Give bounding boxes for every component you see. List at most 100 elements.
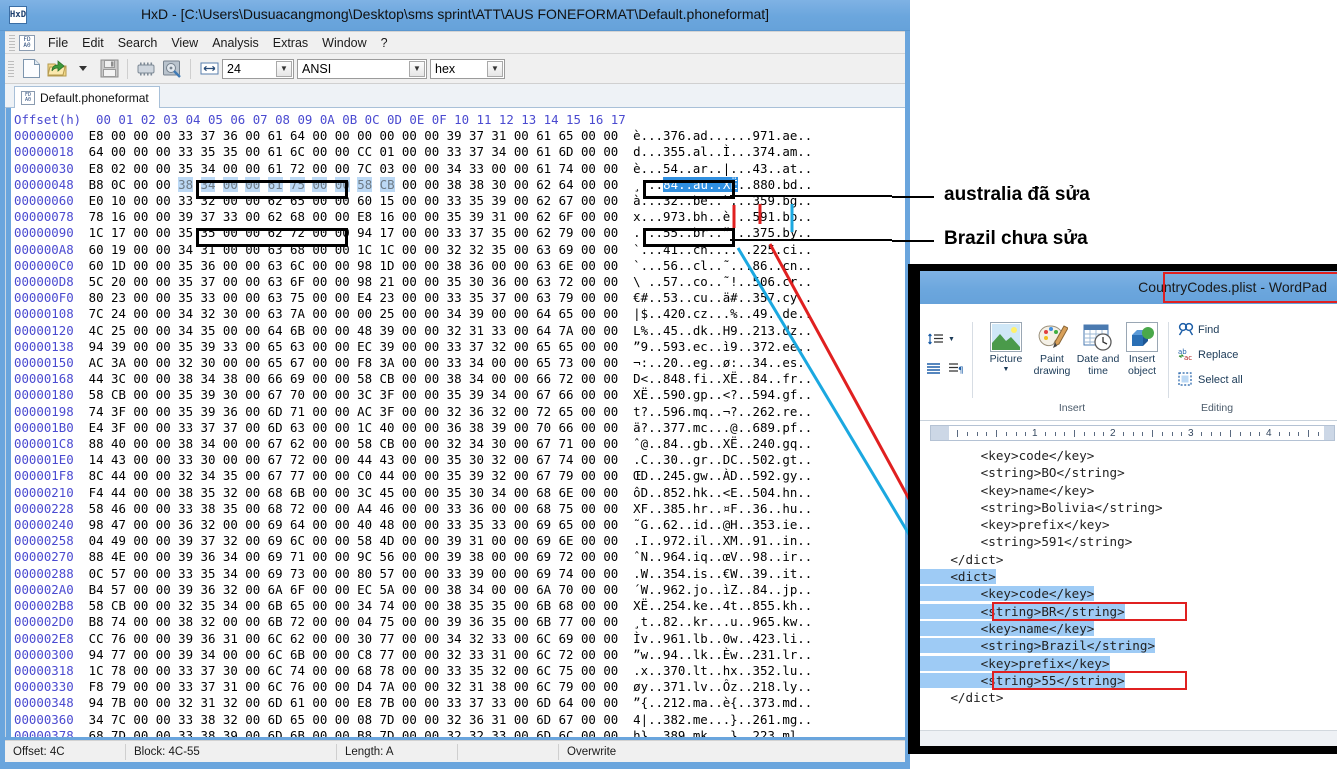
open-ram-button[interactable]	[134, 57, 158, 81]
new-file-button[interactable]	[19, 57, 43, 81]
toolbar-grip[interactable]	[8, 60, 14, 77]
open-disk-button[interactable]	[160, 57, 184, 81]
hex-row[interactable]: 000000A8 60 19 00 00 34 31 00 00 63 68 0…	[14, 242, 905, 258]
menu-item-help[interactable]: ?	[374, 34, 395, 52]
document-line[interactable]: <string>Brazil</string>	[920, 637, 1337, 654]
hex-row[interactable]: 000001B0 E4 3F 00 00 33 37 37 00 6D 63 0…	[14, 420, 905, 436]
line-spacing-chevron-down-icon[interactable]: ▼	[948, 336, 955, 343]
offset-base-chevron-down-icon[interactable]: ▼	[487, 60, 503, 77]
document-line[interactable]: <key>prefix</key>	[920, 655, 1337, 672]
document-line[interactable]: <key>code</key>	[920, 585, 1337, 602]
replace-button[interactable]: ab ac Replace	[1178, 347, 1238, 362]
find-button[interactable]: Find	[1178, 322, 1219, 337]
picture-button[interactable]: Picture ▼	[982, 322, 1030, 373]
document-line[interactable]: <string>BR</string>	[920, 603, 1337, 620]
hex-row[interactable]: 000000D8 5C 20 00 00 35 37 00 00 63 6F 0…	[14, 274, 905, 290]
picture-chevron-down-icon[interactable]: ▼	[982, 366, 1030, 373]
document-line[interactable]: <key>name</key>	[920, 482, 1337, 499]
hex-row[interactable]: 000001C8 88 40 00 00 38 34 00 00 67 62 0…	[14, 436, 905, 452]
hex-row[interactable]: 00000330 F8 79 00 00 33 37 31 00 6C 76 0…	[14, 679, 905, 695]
hxd-window-title: HxD - [C:\Users\Dusuacangmong\Desktop\sm…	[140, 6, 770, 22]
document-line[interactable]: <dict>	[920, 568, 1337, 585]
offset-base-combo[interactable]: hex ▼	[430, 58, 505, 79]
hex-dump[interactable]: Offset(h) 00 01 02 03 04 05 06 07 08 09 …	[14, 112, 905, 737]
wordpad-ruler[interactable]: 1 2 3 4	[920, 421, 1337, 447]
hex-row[interactable]: 000001F8 8C 44 00 00 32 34 35 00 67 77 0…	[14, 468, 905, 484]
hex-row[interactable]: 00000120 4C 25 00 00 34 35 00 00 64 6B 0…	[14, 323, 905, 339]
hex-row[interactable]: 00000138 94 39 00 00 35 39 33 00 65 63 0…	[14, 339, 905, 355]
save-file-button[interactable]	[97, 57, 121, 81]
menu-item-analysis[interactable]: Analysis	[205, 34, 266, 52]
wordpad-document[interactable]: <key>code</key> <string>BO</string> <key…	[920, 447, 1337, 730]
menu-item-view[interactable]: View	[164, 34, 205, 52]
open-dropdown-button[interactable]	[71, 57, 95, 81]
hex-row[interactable]: 00000288 0C 57 00 00 33 35 34 00 69 73 0…	[14, 566, 905, 582]
hex-row[interactable]: 000002D0 B8 74 00 00 38 32 00 00 6B 72 0…	[14, 614, 905, 630]
open-file-button[interactable]	[45, 57, 69, 81]
bytes-per-row-chevron-down-icon[interactable]: ▼	[276, 60, 292, 77]
encoding-chevron-down-icon[interactable]: ▼	[409, 60, 425, 77]
hex-row[interactable]: 000001E0 14 43 00 00 33 30 00 00 67 72 0…	[14, 452, 905, 468]
tab-default-phoneformat[interactable]: FD A0 Default.phoneformat	[14, 86, 160, 109]
hex-row[interactable]: 000002B8 58 CB 00 00 32 35 34 00 6B 65 0…	[14, 598, 905, 614]
hex-row[interactable]: 00000018 64 00 00 00 33 35 35 00 61 6C 0…	[14, 144, 905, 160]
hex-row[interactable]: 00000000 E8 00 00 00 33 37 36 00 61 64 0…	[14, 128, 905, 144]
hex-row[interactable]: 00000240 98 47 00 00 36 32 00 00 69 64 0…	[14, 517, 905, 533]
hex-row[interactable]: 00000360 34 7C 00 00 33 38 32 00 6D 65 0…	[14, 712, 905, 728]
hex-row[interactable]: 000000F0 80 23 00 00 35 33 00 00 63 75 0…	[14, 290, 905, 306]
ruler-number: 4	[1266, 428, 1272, 439]
hex-row[interactable]: 00000300 94 77 00 00 39 34 00 00 6C 6B 0…	[14, 647, 905, 663]
hex-row[interactable]: 00000348 94 7B 00 00 32 31 32 00 6D 61 0…	[14, 695, 905, 711]
hex-row[interactable]: 00000210 F4 44 00 00 38 35 32 00 68 6B 0…	[14, 485, 905, 501]
hex-row[interactable]: 00000228 58 46 00 00 33 38 35 00 68 72 0…	[14, 501, 905, 517]
insert-object-button[interactable]: Insert object	[1118, 322, 1166, 377]
document-line[interactable]: <key>prefix</key>	[920, 516, 1337, 533]
bytes-per-row-icon-button[interactable]	[197, 57, 221, 81]
hex-row[interactable]: 00000378 68 7D 00 00 33 38 39 00 6D 6B 0…	[14, 728, 905, 737]
hex-row[interactable]: 00000180 58 CB 00 00 35 39 30 00 67 70 0…	[14, 387, 905, 403]
menu-item-search[interactable]: Search	[111, 34, 165, 52]
document-line[interactable]: <string>591</string>	[920, 533, 1337, 550]
hex-row[interactable]: 000002A0 B4 57 00 00 39 36 32 00 6A 6F 0…	[14, 582, 905, 598]
document-line[interactable]: </dict>	[920, 551, 1337, 568]
ruler-tick	[1074, 430, 1075, 437]
menu-item-extras[interactable]: Extras	[266, 34, 315, 52]
menu-item-window[interactable]: Window	[315, 34, 373, 52]
hex-row[interactable]: 00000108 7C 24 00 00 34 32 30 00 63 7A 0…	[14, 306, 905, 322]
paint-drawing-button[interactable]: Paint drawing	[1028, 322, 1076, 377]
toolbar-separator-2	[190, 58, 191, 79]
date-and-time-button[interactable]: Date and time	[1074, 322, 1122, 377]
hex-editor-pane[interactable]: Offset(h) 00 01 02 03 04 05 06 07 08 09 …	[5, 108, 905, 737]
encoding-combo[interactable]: ANSI ▼	[297, 58, 427, 79]
hex-row[interactable]: 00000060 E0 10 00 00 33 32 00 00 62 65 0…	[14, 193, 905, 209]
hex-row[interactable]: 00000048 B8 0C 00 00 38 34 00 00 61 75 0…	[14, 176, 905, 193]
document-line[interactable]: <key>code</key>	[920, 447, 1337, 464]
screenshot-root: HxD HxD - [C:\Users\Dusuacangmong\Deskto…	[0, 0, 1337, 769]
hex-row[interactable]: 00000078 78 16 00 00 39 37 33 00 62 68 0…	[14, 209, 905, 225]
hex-row[interactable]: 000002E8 CC 76 00 00 39 36 31 00 6C 62 0…	[14, 631, 905, 647]
hex-row[interactable]: 00000270 88 4E 00 00 39 36 34 00 69 71 0…	[14, 549, 905, 565]
hex-row[interactable]: 00000150 AC 3A 00 00 32 30 00 00 65 67 0…	[14, 355, 905, 371]
hex-row[interactable]: 00000318 1C 78 00 00 33 37 30 00 6C 74 0…	[14, 663, 905, 679]
document-line[interactable]: </dict>	[920, 689, 1337, 706]
menubar-grip[interactable]	[9, 34, 15, 51]
menu-item-edit[interactable]: Edit	[75, 34, 111, 52]
hex-row[interactable]: 00000090 1C 17 00 00 35 35 00 00 62 72 0…	[14, 225, 905, 241]
hxd-titlebar[interactable]: HxD HxD - [C:\Users\Dusuacangmong\Deskto…	[0, 0, 910, 31]
wordpad-titlebar[interactable]: CountryCodes.plist - WordPad	[920, 271, 1337, 304]
hex-row[interactable]: 00000198 74 3F 00 00 35 39 36 00 6D 71 0…	[14, 404, 905, 420]
document-line[interactable]: <key>name</key>	[920, 620, 1337, 637]
line-spacing-button[interactable]: ▼	[928, 332, 955, 347]
document-line[interactable]: <string>Bolivia</string>	[920, 499, 1337, 516]
document-line[interactable]: <string>BO</string>	[920, 464, 1337, 481]
hex-row[interactable]: 00000030 E8 02 00 00 35 34 00 00 61 72 0…	[14, 161, 905, 177]
menu-item-file[interactable]: File	[41, 34, 75, 52]
document-line[interactable]: <string>55</string>	[920, 672, 1337, 689]
hex-row[interactable]: 00000258 04 49 00 00 39 37 32 00 69 6C 0…	[14, 533, 905, 549]
hex-row[interactable]: 00000168 44 3C 00 00 38 34 38 00 66 69 0…	[14, 371, 905, 387]
bytes-per-row-combo[interactable]: 24 ▼	[222, 58, 294, 79]
paragraph-button[interactable]: ¶	[948, 362, 964, 377]
hex-row[interactable]: 000000C0 60 1D 00 00 35 36 00 00 63 6C 0…	[14, 258, 905, 274]
align-button[interactable]	[926, 362, 941, 377]
select-all-button[interactable]: Select all	[1178, 372, 1243, 387]
